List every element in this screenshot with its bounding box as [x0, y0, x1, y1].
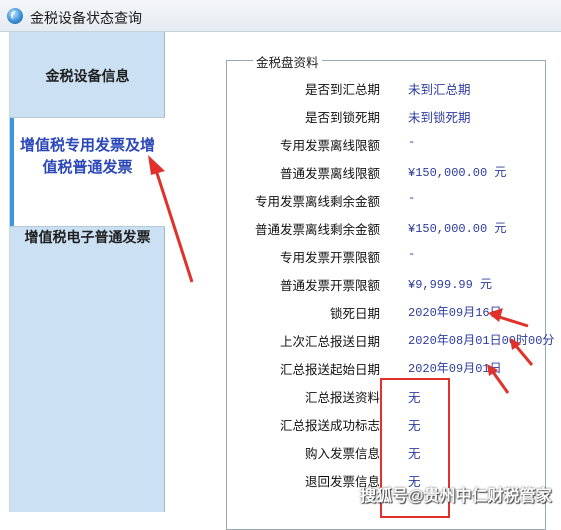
arrow-to-lock-date-icon: [495, 314, 529, 328]
arrow-to-start-date-icon: [491, 371, 510, 394]
arrow-to-sidebar-icon: [154, 169, 194, 283]
annotation-arrows: [148, 155, 534, 394]
arrow-head-icon: [148, 155, 165, 175]
watermark: 搜狐号@贵州中仁财税管家: [360, 488, 552, 505]
arrow-head-icon: [488, 308, 503, 322]
arrow-to-last-report-icon: [514, 345, 534, 366]
